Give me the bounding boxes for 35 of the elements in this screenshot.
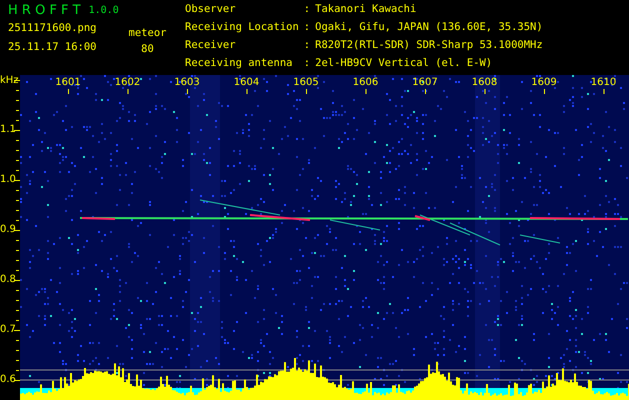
info-value: Ogaki, Gifu, JAPAN (136.60E, 35.35N) bbox=[315, 21, 543, 35]
axis-label: 1601 bbox=[54, 77, 82, 88]
info-separator: : bbox=[304, 39, 310, 53]
timestamp: 25.11.17 16:00 bbox=[8, 40, 98, 55]
axis-label: 1604 bbox=[232, 77, 260, 88]
info-value: 2el-HB9CV Vertical (el. E-W) bbox=[315, 57, 494, 71]
axis-label: 1.1 bbox=[0, 124, 16, 135]
axis-label: 0.6 bbox=[0, 374, 16, 385]
info-value: Takanori Kawachi bbox=[315, 3, 418, 17]
axis-unit: kHz bbox=[0, 75, 19, 86]
app-name: H R O F F T bbox=[8, 3, 81, 18]
info-separator: : bbox=[304, 57, 310, 71]
info-label: Receiving antenna bbox=[185, 57, 294, 71]
axis-label: 0.8 bbox=[0, 274, 16, 285]
axis-label: 1606 bbox=[352, 77, 380, 88]
axis-label: 1610 bbox=[590, 77, 618, 88]
app-version: 1.0.0 bbox=[88, 5, 119, 16]
axis-label: 1603 bbox=[173, 77, 201, 88]
info-separator: : bbox=[304, 3, 310, 17]
axis-label: 0.7 bbox=[0, 324, 16, 335]
axis-label: 1605 bbox=[292, 77, 320, 88]
axis-label: 1608 bbox=[470, 77, 498, 88]
mode-label: meteor bbox=[128, 27, 166, 39]
axis-label: 1607 bbox=[411, 77, 439, 88]
info-label: Receiving Location bbox=[185, 21, 299, 35]
meteor-count: 80 bbox=[141, 43, 154, 55]
info-label: Observer bbox=[185, 3, 237, 17]
file-name: 2511171600.png bbox=[8, 21, 98, 36]
axis-label: 1609 bbox=[530, 77, 558, 88]
axis-label: 1.0 bbox=[0, 174, 16, 185]
axis-label: 1602 bbox=[114, 77, 142, 88]
info-label: Receiver bbox=[185, 39, 237, 53]
info-value: R820T2(RTL-SDR) SDR-Sharp 53.1000MHz bbox=[315, 39, 543, 53]
info-separator: : bbox=[304, 21, 310, 35]
axis-label: 0.9 bbox=[0, 224, 16, 235]
